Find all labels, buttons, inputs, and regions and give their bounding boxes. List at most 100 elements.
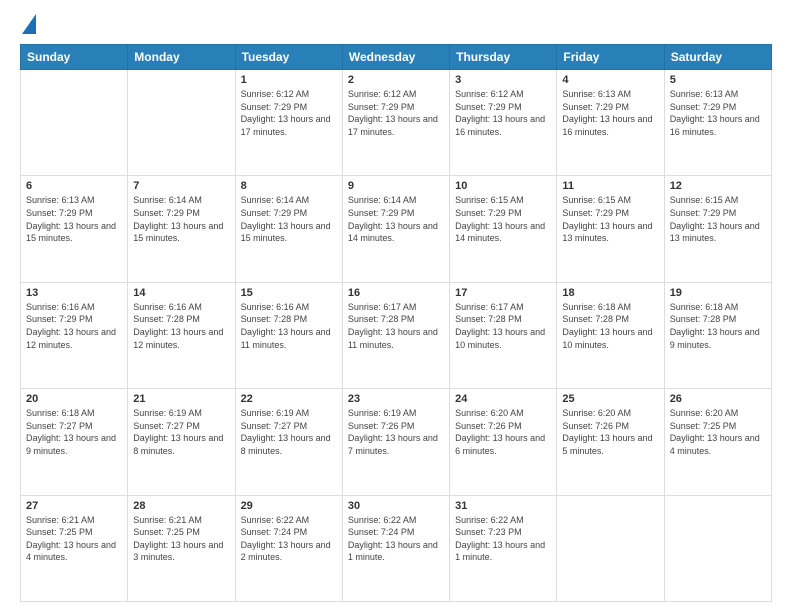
day-number: 11 xyxy=(562,180,658,192)
day-number: 13 xyxy=(26,287,122,299)
day-number: 6 xyxy=(26,180,122,192)
day-number: 4 xyxy=(562,74,658,86)
day-info: Sunrise: 6:18 AM Sunset: 7:28 PM Dayligh… xyxy=(562,301,658,351)
day-number: 22 xyxy=(241,393,337,405)
day-number: 28 xyxy=(133,500,229,512)
day-number: 19 xyxy=(670,287,766,299)
day-number: 23 xyxy=(348,393,444,405)
calendar-cell: 5Sunrise: 6:13 AM Sunset: 7:29 PM Daylig… xyxy=(664,70,771,176)
calendar-cell: 11 Sunrise: 6:15 AM Sunset: 7:29 PM Dayli… xyxy=(557,176,664,282)
calendar-cell: 10 Sunrise: 6:15 AM Sunset: 7:29 PM Dayli… xyxy=(450,176,557,282)
day-number: 21 xyxy=(133,393,229,405)
calendar-cell: 6 Sunrise: 6:13 AM Sunset: 7:29 PM Daylig… xyxy=(21,176,128,282)
calendar-cell: 13 Sunrise: 6:16 AM Sunset: 7:29 PM Dayli… xyxy=(21,282,128,388)
calendar-cell: 20 Sunrise: 6:18 AM Sunset: 7:27 PM Dayli… xyxy=(21,389,128,495)
day-number: 5 xyxy=(670,74,766,86)
day-info: Sunrise: 6:20 AM Sunset: 7:26 PM Dayligh… xyxy=(455,407,551,457)
day-number: 17 xyxy=(455,287,551,299)
calendar-cell: 17 Sunrise: 6:17 AM Sunset: 7:28 PM Dayli… xyxy=(450,282,557,388)
weekday-header-wednesday: Wednesday xyxy=(342,45,449,70)
day-info: Sunrise: 6:16 AM Sunset: 7:29 PM Dayligh… xyxy=(26,301,122,351)
calendar-cell xyxy=(557,495,664,601)
day-number: 24 xyxy=(455,393,551,405)
day-info: Sunrise: 6:13 AM Sunset: 7:29 PM Dayligh… xyxy=(26,194,122,244)
day-number: 27 xyxy=(26,500,122,512)
calendar-cell: 4 Sunrise: 6:13 AM Sunset: 7:29 PM Daylig… xyxy=(557,70,664,176)
day-number: 16 xyxy=(348,287,444,299)
week-row-5: 27 Sunrise: 6:21 AM Sunset: 7:25 PM Dayli… xyxy=(21,495,772,601)
weekday-header-friday: Friday xyxy=(557,45,664,70)
day-info: Sunrise: 6:18 AM Sunset: 7:28 PM Dayligh… xyxy=(670,301,766,351)
day-number: 7 xyxy=(133,180,229,192)
day-info: Sunrise: 6:12 AM Sunset: 7:29 PM Dayligh… xyxy=(455,88,551,138)
logo-triangle-icon xyxy=(22,14,36,34)
calendar-cell: 1 Sunrise: 6:12 AM Sunset: 7:29 PM Daylig… xyxy=(235,70,342,176)
header xyxy=(20,16,772,34)
calendar-cell: 23Sunrise: 6:19 AM Sunset: 7:26 PM Dayli… xyxy=(342,389,449,495)
day-info: Sunrise: 6:15 AM Sunset: 7:29 PM Dayligh… xyxy=(562,194,658,244)
calendar-cell: 7 Sunrise: 6:14 AM Sunset: 7:29 PM Daylig… xyxy=(128,176,235,282)
day-info: Sunrise: 6:16 AM Sunset: 7:28 PM Dayligh… xyxy=(133,301,229,351)
calendar-cell xyxy=(664,495,771,601)
day-number: 14 xyxy=(133,287,229,299)
day-number: 29 xyxy=(241,500,337,512)
weekday-header-monday: Monday xyxy=(128,45,235,70)
day-info: Sunrise: 6:12 AM Sunset: 7:29 PM Dayligh… xyxy=(348,88,444,138)
day-number: 9 xyxy=(348,180,444,192)
week-row-4: 20 Sunrise: 6:18 AM Sunset: 7:27 PM Dayli… xyxy=(21,389,772,495)
day-number: 8 xyxy=(241,180,337,192)
weekday-header-saturday: Saturday xyxy=(664,45,771,70)
page: SundayMondayTuesdayWednesdayThursdayFrid… xyxy=(0,0,792,612)
calendar-cell: 3 Sunrise: 6:12 AM Sunset: 7:29 PM Daylig… xyxy=(450,70,557,176)
day-info: Sunrise: 6:22 AM Sunset: 7:24 PM Dayligh… xyxy=(348,514,444,564)
calendar-cell: 25 Sunrise: 6:20 AM Sunset: 7:26 PM Dayli… xyxy=(557,389,664,495)
day-info: Sunrise: 6:14 AM Sunset: 7:29 PM Dayligh… xyxy=(241,194,337,244)
calendar-cell xyxy=(128,70,235,176)
week-row-2: 6 Sunrise: 6:13 AM Sunset: 7:29 PM Daylig… xyxy=(21,176,772,282)
weekday-header-row: SundayMondayTuesdayWednesdayThursdayFrid… xyxy=(21,45,772,70)
calendar-cell: 22Sunrise: 6:19 AM Sunset: 7:27 PM Dayli… xyxy=(235,389,342,495)
calendar-cell: 21 Sunrise: 6:19 AM Sunset: 7:27 PM Dayli… xyxy=(128,389,235,495)
calendar-cell: 15Sunrise: 6:16 AM Sunset: 7:28 PM Dayli… xyxy=(235,282,342,388)
day-number: 18 xyxy=(562,287,658,299)
day-info: Sunrise: 6:13 AM Sunset: 7:29 PM Dayligh… xyxy=(562,88,658,138)
calendar-cell: 12Sunrise: 6:15 AM Sunset: 7:29 PM Dayli… xyxy=(664,176,771,282)
day-number: 10 xyxy=(455,180,551,192)
calendar-cell: 29 Sunrise: 6:22 AM Sunset: 7:24 PM Dayli… xyxy=(235,495,342,601)
day-info: Sunrise: 6:14 AM Sunset: 7:29 PM Dayligh… xyxy=(133,194,229,244)
day-info: Sunrise: 6:16 AM Sunset: 7:28 PM Dayligh… xyxy=(241,301,337,351)
day-number: 20 xyxy=(26,393,122,405)
calendar-cell: 27Sunrise: 6:21 AM Sunset: 7:25 PM Dayli… xyxy=(21,495,128,601)
calendar-cell: 14 Sunrise: 6:16 AM Sunset: 7:28 PM Dayli… xyxy=(128,282,235,388)
calendar-cell: 19 Sunrise: 6:18 AM Sunset: 7:28 PM Dayli… xyxy=(664,282,771,388)
week-row-1: 1 Sunrise: 6:12 AM Sunset: 7:29 PM Daylig… xyxy=(21,70,772,176)
week-row-3: 13 Sunrise: 6:16 AM Sunset: 7:29 PM Dayli… xyxy=(21,282,772,388)
day-number: 31 xyxy=(455,500,551,512)
calendar-cell xyxy=(21,70,128,176)
day-info: Sunrise: 6:17 AM Sunset: 7:28 PM Dayligh… xyxy=(455,301,551,351)
day-info: Sunrise: 6:14 AM Sunset: 7:29 PM Dayligh… xyxy=(348,194,444,244)
calendar-cell: 2 Sunrise: 6:12 AM Sunset: 7:29 PM Daylig… xyxy=(342,70,449,176)
calendar-cell: 30Sunrise: 6:22 AM Sunset: 7:24 PM Dayli… xyxy=(342,495,449,601)
calendar-cell: 16Sunrise: 6:17 AM Sunset: 7:28 PM Dayli… xyxy=(342,282,449,388)
day-info: Sunrise: 6:19 AM Sunset: 7:27 PM Dayligh… xyxy=(133,407,229,457)
calendar-cell: 31Sunrise: 6:22 AM Sunset: 7:23 PM Dayli… xyxy=(450,495,557,601)
calendar-cell: 24 Sunrise: 6:20 AM Sunset: 7:26 PM Dayli… xyxy=(450,389,557,495)
day-number: 1 xyxy=(241,74,337,86)
weekday-header-tuesday: Tuesday xyxy=(235,45,342,70)
day-info: Sunrise: 6:20 AM Sunset: 7:26 PM Dayligh… xyxy=(562,407,658,457)
calendar-cell: 8 Sunrise: 6:14 AM Sunset: 7:29 PM Daylig… xyxy=(235,176,342,282)
day-info: Sunrise: 6:15 AM Sunset: 7:29 PM Dayligh… xyxy=(455,194,551,244)
day-info: Sunrise: 6:20 AM Sunset: 7:25 PM Dayligh… xyxy=(670,407,766,457)
calendar-cell: 18 Sunrise: 6:18 AM Sunset: 7:28 PM Dayli… xyxy=(557,282,664,388)
day-number: 25 xyxy=(562,393,658,405)
day-number: 2 xyxy=(348,74,444,86)
weekday-header-thursday: Thursday xyxy=(450,45,557,70)
day-info: Sunrise: 6:22 AM Sunset: 7:24 PM Dayligh… xyxy=(241,514,337,564)
day-number: 12 xyxy=(670,180,766,192)
day-info: Sunrise: 6:18 AM Sunset: 7:27 PM Dayligh… xyxy=(26,407,122,457)
day-info: Sunrise: 6:12 AM Sunset: 7:29 PM Dayligh… xyxy=(241,88,337,138)
calendar-cell: 9 Sunrise: 6:14 AM Sunset: 7:29 PM Daylig… xyxy=(342,176,449,282)
day-info: Sunrise: 6:21 AM Sunset: 7:25 PM Dayligh… xyxy=(133,514,229,564)
day-number: 3 xyxy=(455,74,551,86)
